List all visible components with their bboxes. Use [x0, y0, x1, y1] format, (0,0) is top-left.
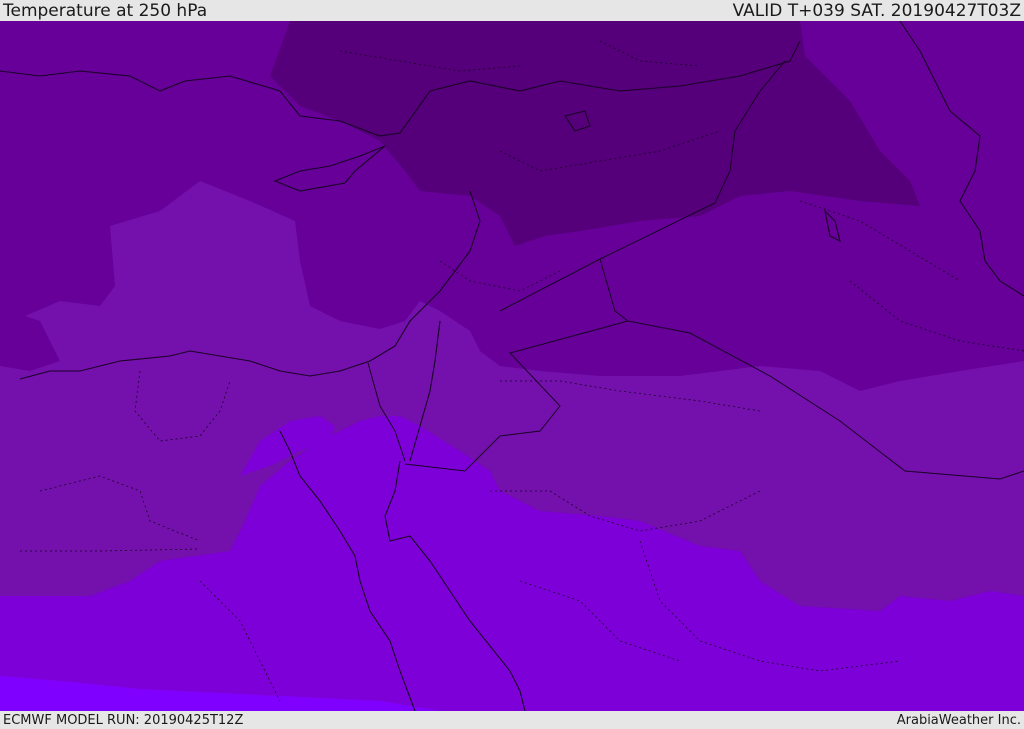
map-canvas [0, 21, 1024, 711]
map-title: Temperature at 250 hPa [3, 1, 208, 21]
model-run: ECMWF MODEL RUN: 20190425T12Z [3, 713, 244, 728]
credit: ArabiaWeather Inc. [896, 713, 1021, 728]
temperature-map[interactable] [0, 21, 1024, 711]
header-bar: Temperature at 250 hPa VALID T+039 SAT. … [0, 0, 1024, 21]
footer-bar: ECMWF MODEL RUN: 20190425T12Z ArabiaWeat… [0, 711, 1024, 729]
valid-time: VALID T+039 SAT. 20190427T03Z [732, 1, 1021, 21]
